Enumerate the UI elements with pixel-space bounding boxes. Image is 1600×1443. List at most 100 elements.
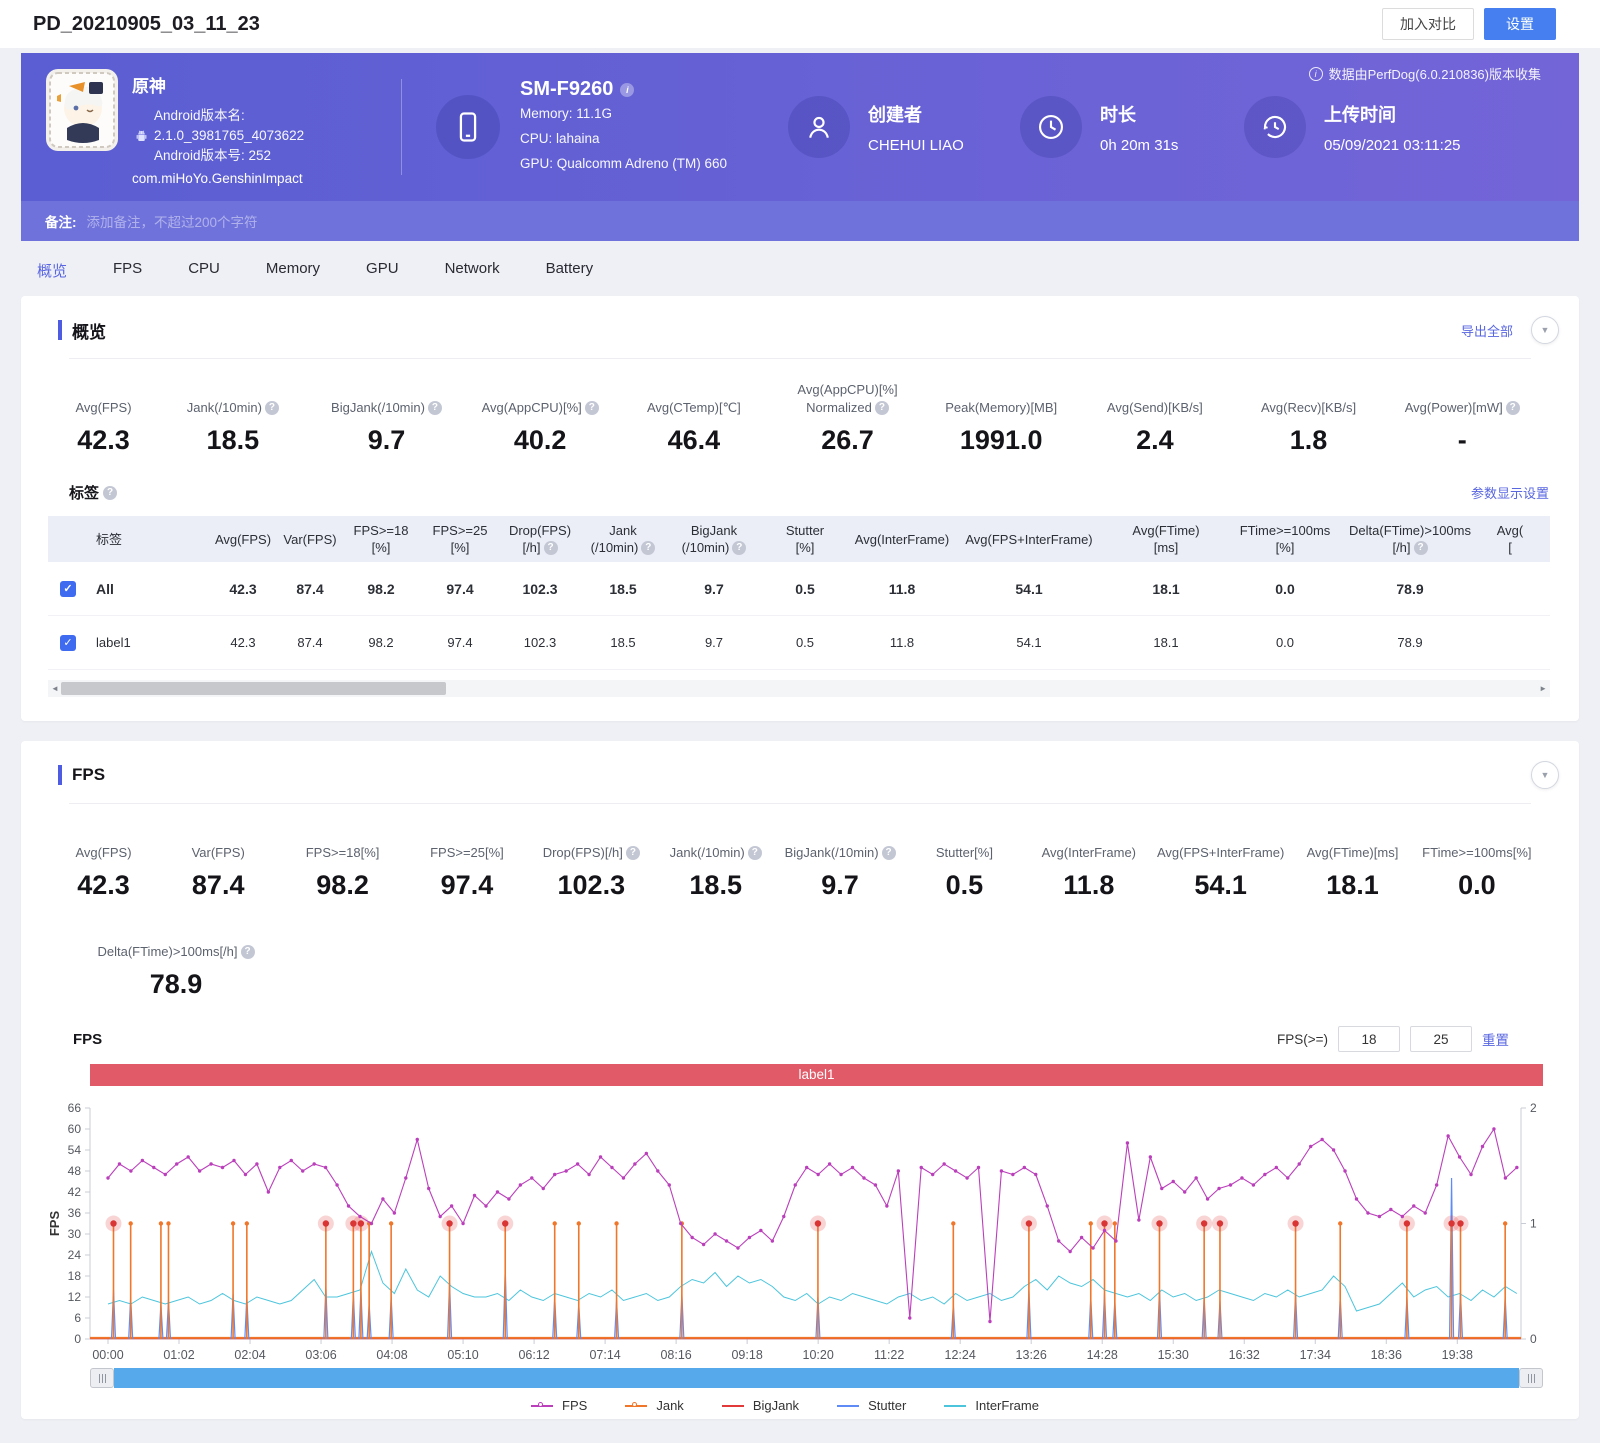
- help-icon[interactable]: ?: [264, 401, 279, 415]
- legend-item-FPS[interactable]: FPS: [531, 1398, 587, 1413]
- remark-bar[interactable]: 备注: 添加备注，不超过200个字符: [21, 201, 1579, 241]
- fps-filter-max-input[interactable]: [1410, 1026, 1472, 1052]
- y-tick-label: 36: [68, 1206, 82, 1220]
- jank-marker: [158, 1221, 164, 1226]
- range-track[interactable]: [114, 1368, 1519, 1388]
- x-tick-label: 12:24: [945, 1348, 976, 1362]
- export-all-link[interactable]: 导出全部: [1461, 321, 1513, 340]
- fps-point: [1125, 1141, 1130, 1145]
- legend-item-InterFrame[interactable]: InterFrame: [944, 1398, 1039, 1413]
- device-info-icon[interactable]: i: [620, 82, 635, 97]
- scroll-right-arrow[interactable]: ►: [1539, 684, 1547, 693]
- help-icon[interactable]: ?: [240, 945, 255, 959]
- add-compare-button[interactable]: 加入对比: [1382, 8, 1474, 40]
- help-icon[interactable]: ?: [103, 485, 118, 500]
- tab-Network[interactable]: Network: [445, 260, 500, 281]
- fps-point: [278, 1165, 282, 1170]
- metric-label: Avg(FTime)[ms]: [1306, 845, 1399, 860]
- fps-point: [358, 1214, 362, 1219]
- tab-Memory[interactable]: Memory: [266, 260, 320, 281]
- fps-point: [621, 1176, 626, 1180]
- metric-Var(FPS): Var(FPS) 87.4: [156, 826, 280, 901]
- fps-point: [1068, 1249, 1072, 1254]
- fps-point: [484, 1204, 488, 1208]
- help-icon[interactable]: ?: [625, 846, 640, 860]
- help-icon[interactable]: ?: [1413, 540, 1428, 555]
- help-icon[interactable]: ?: [874, 401, 889, 415]
- help-icon[interactable]: ?: [427, 401, 442, 415]
- help-icon[interactable]: ?: [641, 540, 656, 555]
- overview-collapse-button[interactable]: ▼: [1531, 316, 1559, 344]
- cell-value: 78.9: [1396, 580, 1424, 597]
- legend-item-Stutter[interactable]: Stutter: [837, 1398, 906, 1413]
- help-icon[interactable]: ?: [584, 401, 599, 415]
- fps-point: [919, 1165, 923, 1170]
- metric-value: 18.1: [1326, 870, 1379, 900]
- device-gpu: GPU: Qualcomm Adreno (TM) 660: [520, 156, 728, 171]
- fps-point: [747, 1235, 752, 1240]
- range-handle-right[interactable]: [1519, 1368, 1543, 1388]
- fps-point: [873, 1183, 878, 1187]
- bigjank-marker: [1216, 1220, 1224, 1227]
- top-actions: 加入对比 设置: [1382, 8, 1556, 40]
- perfdog-version-note: i 数据由PerfDog(6.0.210836)版本收集: [1308, 64, 1541, 83]
- column-header-Stutter: Stutter [%]: [785, 523, 825, 555]
- jank-marker: [1112, 1221, 1118, 1226]
- y-tick-label: 0: [74, 1332, 81, 1346]
- fps-filter-min-input[interactable]: [1338, 1026, 1400, 1052]
- reset-link[interactable]: 重置: [1482, 1029, 1509, 1049]
- device-info-text: SM-F9260 i Memory: 11.1G CPU: lahaina GP…: [520, 78, 727, 176]
- row-checkbox[interactable]: ✓: [60, 634, 76, 651]
- metric-FPS>=18[%]: FPS>=18[%] 98.2: [280, 826, 404, 901]
- labels-table: 标签 Avg(FPS) Var(FPS) FPS>=18 [%] FPS>=25 [%] Dr…: [48, 516, 1550, 670]
- metric-FTime>=100ms[%]: FTime>=100ms[%] 0.0: [1415, 826, 1539, 901]
- fps-point: [472, 1193, 477, 1198]
- metric-value: 11.8: [1063, 870, 1115, 900]
- metric-Avg(Power)[mW]: Avg(Power)[mW]? -: [1385, 381, 1539, 456]
- fps-point: [1423, 1211, 1427, 1215]
- x-tick-label: 13:26: [1016, 1348, 1047, 1362]
- help-icon[interactable]: ?: [543, 540, 558, 555]
- chart-range-scrollbar[interactable]: [90, 1368, 1543, 1388]
- param-settings-link[interactable]: 参数显示设置: [1471, 483, 1549, 502]
- fps-point: [530, 1176, 534, 1180]
- fps-point: [736, 1246, 740, 1250]
- range-handle-left[interactable]: [90, 1368, 114, 1388]
- fps-point: [312, 1162, 316, 1166]
- help-icon[interactable]: ?: [732, 540, 747, 555]
- table-horizontal-scrollbar[interactable]: ◄ ►: [48, 680, 1550, 697]
- metric-label: Jank(/10min)?: [660, 826, 772, 862]
- page-title: PD_20210905_03_11_23: [33, 12, 260, 35]
- metric-value: 2.4: [1136, 425, 1174, 455]
- fps-chart[interactable]: 061218243036424854606601200:00 01:02 02:04…: [21, 1086, 1557, 1364]
- legend-item-BigJank[interactable]: BigJank: [721, 1398, 799, 1413]
- tab-FPS[interactable]: FPS: [113, 260, 142, 281]
- fps-point: [369, 1221, 374, 1226]
- fps-card: FPS ▼ Avg(FPS) 42.3 Var(FPS) 87.4 FPS>=18[%]…: [21, 741, 1579, 1419]
- tab-GPU[interactable]: GPU: [366, 260, 399, 281]
- fps-point: [976, 1165, 981, 1170]
- fps-point: [839, 1172, 843, 1177]
- tab-Battery[interactable]: Battery: [546, 260, 594, 281]
- x-tick-label: 08:16: [660, 1348, 691, 1362]
- settings-button[interactable]: 设置: [1484, 8, 1556, 40]
- metric-label: Peak(Memory)[MB]: [945, 400, 1058, 415]
- metric-value: 1991.0: [959, 425, 1043, 455]
- fps-point: [1102, 1228, 1107, 1233]
- scroll-left-arrow[interactable]: ◄: [51, 684, 59, 693]
- tab-概览[interactable]: 概览: [37, 260, 67, 281]
- row-checkbox[interactable]: ✓: [60, 580, 76, 597]
- scrollbar-thumb[interactable]: [61, 682, 446, 695]
- help-icon[interactable]: ?: [1505, 401, 1520, 415]
- tab-CPU[interactable]: CPU: [188, 260, 220, 281]
- jank-marker: [166, 1221, 171, 1226]
- y-tick-label: 66: [68, 1101, 82, 1115]
- help-icon[interactable]: ?: [881, 846, 896, 860]
- fps-collapse-button[interactable]: ▼: [1531, 761, 1559, 789]
- fps-point: [1217, 1186, 1221, 1191]
- help-icon[interactable]: ?: [747, 846, 762, 860]
- column-header-FPS>=25: FPS>=25 [%]: [432, 523, 488, 555]
- labels-table-header: 标签 Avg(FPS) Var(FPS) FPS>=18 [%] FPS>=25 [%] Dr…: [48, 516, 1550, 562]
- legend-item-Jank[interactable]: Jank: [625, 1398, 684, 1413]
- cell-value: 87.4: [297, 635, 323, 650]
